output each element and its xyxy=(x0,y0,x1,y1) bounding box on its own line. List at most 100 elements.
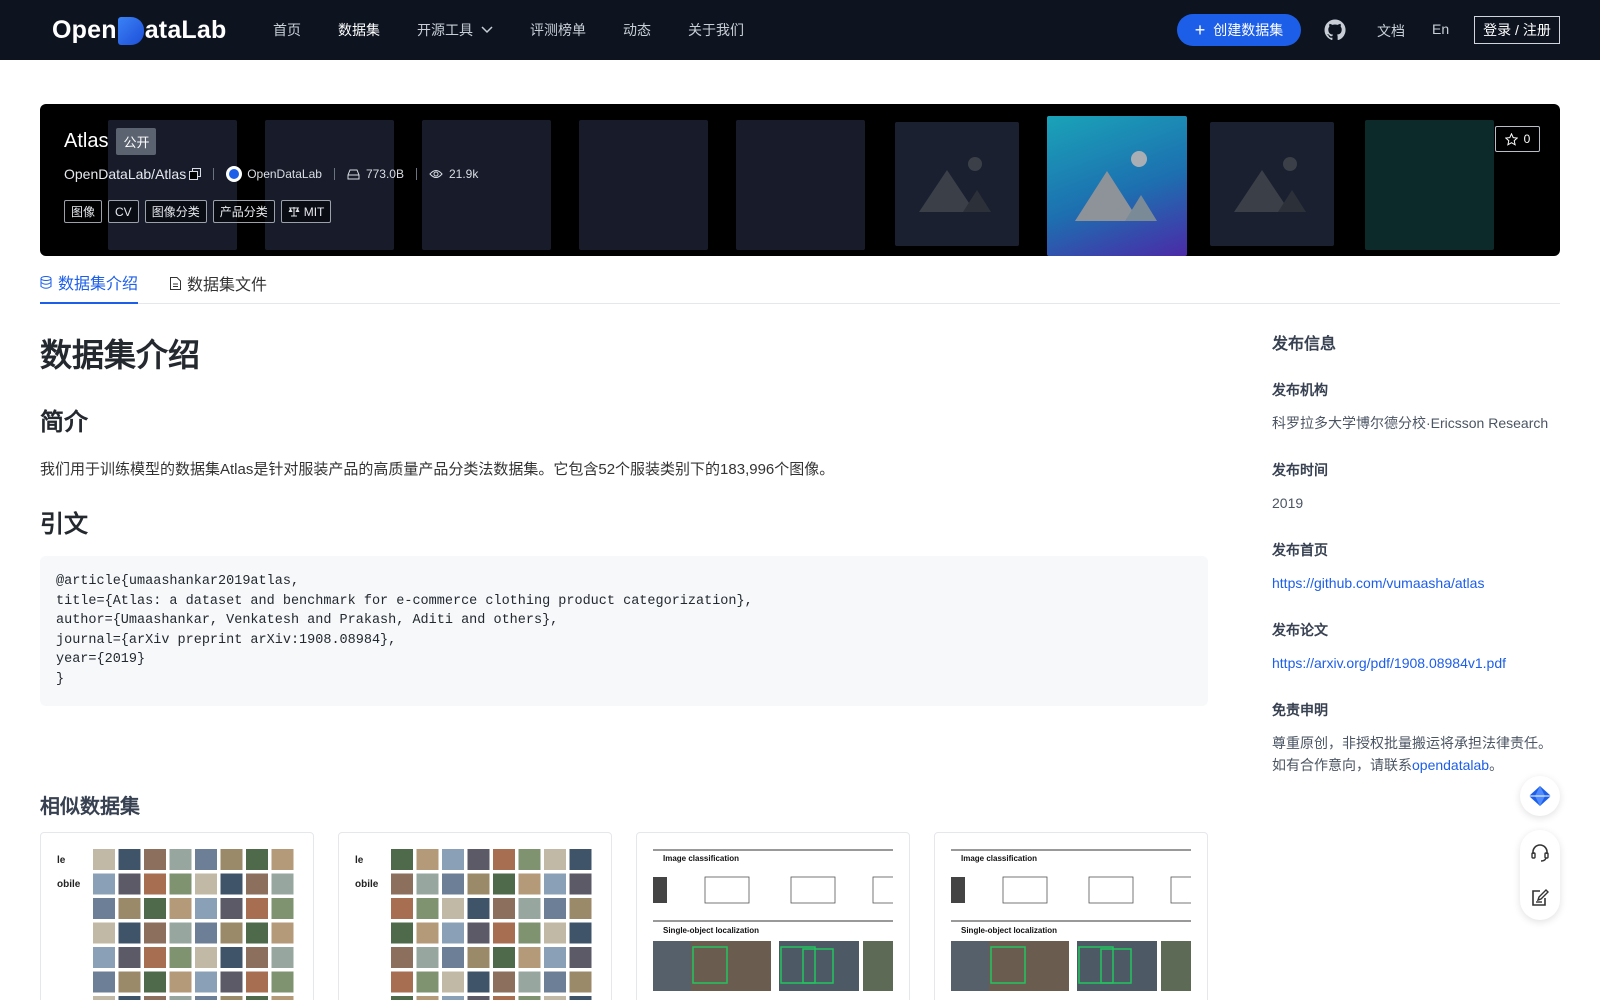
paper-link[interactable]: https://arxiv.org/pdf/1908.08984v1.pdf xyxy=(1272,655,1506,671)
org-avatar xyxy=(226,166,243,182)
headset-icon xyxy=(1531,843,1549,862)
publisher-label: 发布机构 xyxy=(1272,382,1328,398)
tag-list: 图像 CV 图像分类 产品分类 MIT xyxy=(64,200,337,223)
banner-thumbnail xyxy=(579,120,708,250)
nav-links: 首页 数据集 开源工具 评测榜单 动态 关于我们 xyxy=(273,0,781,60)
create-dataset-button[interactable]: + 创建数据集 xyxy=(1177,14,1301,46)
card-thumbnail: le obile xyxy=(57,849,297,1000)
tab-dataset-intro[interactable]: 数据集介绍 xyxy=(40,262,139,304)
svg-text:le: le xyxy=(355,855,364,866)
tag[interactable]: CV xyxy=(108,200,139,223)
disclaimer-label: 免责申明 xyxy=(1272,702,1328,718)
svg-text:obile: obile xyxy=(355,879,379,890)
contact-link[interactable]: opendatalab xyxy=(1412,757,1489,773)
eye-icon xyxy=(429,170,443,178)
disclaimer-punctuation: 。 xyxy=(1489,757,1504,773)
nav-link-news[interactable]: 动态 xyxy=(623,20,651,40)
banner-thumbnail xyxy=(265,120,394,250)
banner-thumbnail xyxy=(1365,120,1494,250)
dataset-size: 773.0B xyxy=(365,167,404,181)
svg-text:Image classification: Image classification xyxy=(663,854,739,863)
task-diagram-preview: Image classification Single-object locali… xyxy=(653,849,893,991)
image-placeholder-icon xyxy=(1075,151,1157,221)
hard-drive-icon xyxy=(347,169,360,179)
banner-thumbnail xyxy=(736,120,865,250)
disclaimer-text: 尊重原创，非授权批量搬运将承担法律责任。 如有合作意向，请联系opendatal… xyxy=(1272,732,1572,776)
banner-thumbnail xyxy=(422,120,551,250)
homepage-label: 发布首页 xyxy=(1272,542,1328,558)
license-tag[interactable]: MIT xyxy=(280,200,332,223)
nav-link-about[interactable]: 关于我们 xyxy=(688,20,744,40)
feedback-button[interactable] xyxy=(1530,888,1550,908)
database-icon xyxy=(40,275,52,289)
floating-tools xyxy=(1520,830,1560,920)
publisher-value: 科罗拉多大学博尔德分校·Ericsson Research xyxy=(1272,415,1549,431)
nav-link-label: 关于我们 xyxy=(688,22,744,38)
language-toggle[interactable]: En xyxy=(1432,21,1449,37)
nav-link-datasets[interactable]: 数据集 xyxy=(338,20,380,40)
image-placeholder-icon xyxy=(919,157,991,212)
card-thumbnail: Image classification Single-object locali… xyxy=(951,849,1191,1000)
nav-link-label: 数据集 xyxy=(338,22,380,38)
view-count: 21.9k xyxy=(448,167,479,181)
tab-label: 数据集文件 xyxy=(187,277,268,294)
dataset-tabs: 数据集介绍 数据集文件 xyxy=(40,262,1560,304)
logo-d-mark xyxy=(117,17,144,45)
nav-link-label: 开源工具 xyxy=(417,22,473,38)
disclaimer-line: 尊重原创，非授权批量搬运将承担法律责任。 xyxy=(1272,735,1552,751)
opendatalab-logo[interactable]: Open ataLab xyxy=(52,14,226,46)
intro-text: 我们用于训练模型的数据集Atlas是针对服装产品的高质量产品分类法数据集。它包含… xyxy=(40,461,835,478)
logo-text-prefix: Open xyxy=(52,15,117,44)
nav-link-home[interactable]: 首页 xyxy=(273,20,301,40)
nav-link-leaderboard[interactable]: 评测榜单 xyxy=(530,20,586,40)
copy-icon[interactable] xyxy=(189,168,202,180)
tab-dataset-files[interactable]: 数据集文件 xyxy=(170,262,267,304)
chevron-down-icon xyxy=(481,26,493,34)
disclaimer-line: 如有合作意向，请联系opendatalab。 xyxy=(1272,754,1572,776)
image-grid-preview: le obile xyxy=(57,849,294,1000)
page-title: 数据集介绍 xyxy=(40,337,201,373)
dataset-title-row: Atlas 公开 xyxy=(64,128,157,155)
star-button[interactable]: 0 xyxy=(1495,126,1540,152)
github-icon[interactable] xyxy=(1323,18,1347,42)
dataset-meta-row: OpenDataLab/Atlas OpenDataLab 773.0B 21.… xyxy=(64,166,478,182)
top-nav: Open ataLab 首页 数据集 开源工具 评测榜单 动态 关于我们 + 创建… xyxy=(0,0,1600,60)
meta-divider xyxy=(415,168,417,180)
similar-dataset-card[interactable]: Image classification Single-object locali… xyxy=(934,832,1208,1000)
login-register-button[interactable]: 登录 / 注册 xyxy=(1474,16,1560,44)
org-name: OpenDataLab xyxy=(247,167,322,181)
citation-code-block: @article{umaashankar2019atlas, title={At… xyxy=(40,556,1208,706)
nav-link-tools[interactable]: 开源工具 xyxy=(417,20,493,40)
svg-text:Single-object localization: Single-object localization xyxy=(663,926,759,935)
sidebar-title: 发布信息 xyxy=(1272,336,1337,353)
similar-dataset-card[interactable]: le obile xyxy=(338,832,612,1000)
publish-date-label: 发布时间 xyxy=(1272,462,1328,478)
card-thumbnail: Image classification Single-object locali… xyxy=(653,849,893,1000)
nav-link-label: 动态 xyxy=(623,22,651,38)
homepage-link[interactable]: https://github.com/vumaasha/atlas xyxy=(1272,575,1484,591)
similar-dataset-card[interactable]: Image classification Single-object locali… xyxy=(636,832,910,1000)
dataset-hero-banner: Atlas 公开 OpenDataLab/Atlas OpenDataLab 7… xyxy=(40,104,1560,256)
tag[interactable]: 产品分类 xyxy=(212,200,275,223)
image-grid-preview: le obile xyxy=(355,849,592,1000)
customer-service-button[interactable] xyxy=(1530,843,1550,863)
repo-path: OpenDataLab/Atlas xyxy=(64,166,187,182)
intro-heading: 简介 xyxy=(40,409,88,436)
publish-info-sidebar: 发布信息 发布机构 科罗拉多大学博尔德分校·Ericsson Research … xyxy=(1272,330,1572,776)
image-placeholder-icon xyxy=(1234,157,1306,212)
svg-text:Image classification: Image classification xyxy=(961,854,1037,863)
star-icon xyxy=(1504,132,1518,146)
file-icon xyxy=(170,276,182,290)
svg-text:Single-object localization: Single-object localization xyxy=(961,926,1057,935)
dataset-name: Atlas xyxy=(64,130,109,152)
tag[interactable]: 图像分类 xyxy=(144,200,207,223)
scale-icon xyxy=(288,207,300,217)
ai-assistant-button[interactable] xyxy=(1520,776,1560,816)
paper-label: 发布论文 xyxy=(1272,622,1328,638)
tag[interactable]: 图像 xyxy=(64,200,103,223)
similar-dataset-card[interactable]: le obile xyxy=(40,832,314,1000)
docs-link[interactable]: 文档 xyxy=(1377,21,1405,41)
org-item[interactable]: OpenDataLab xyxy=(226,166,322,182)
banner-thumbnail-highlight xyxy=(1047,116,1187,256)
card-thumbnail: le obile xyxy=(355,849,595,1000)
